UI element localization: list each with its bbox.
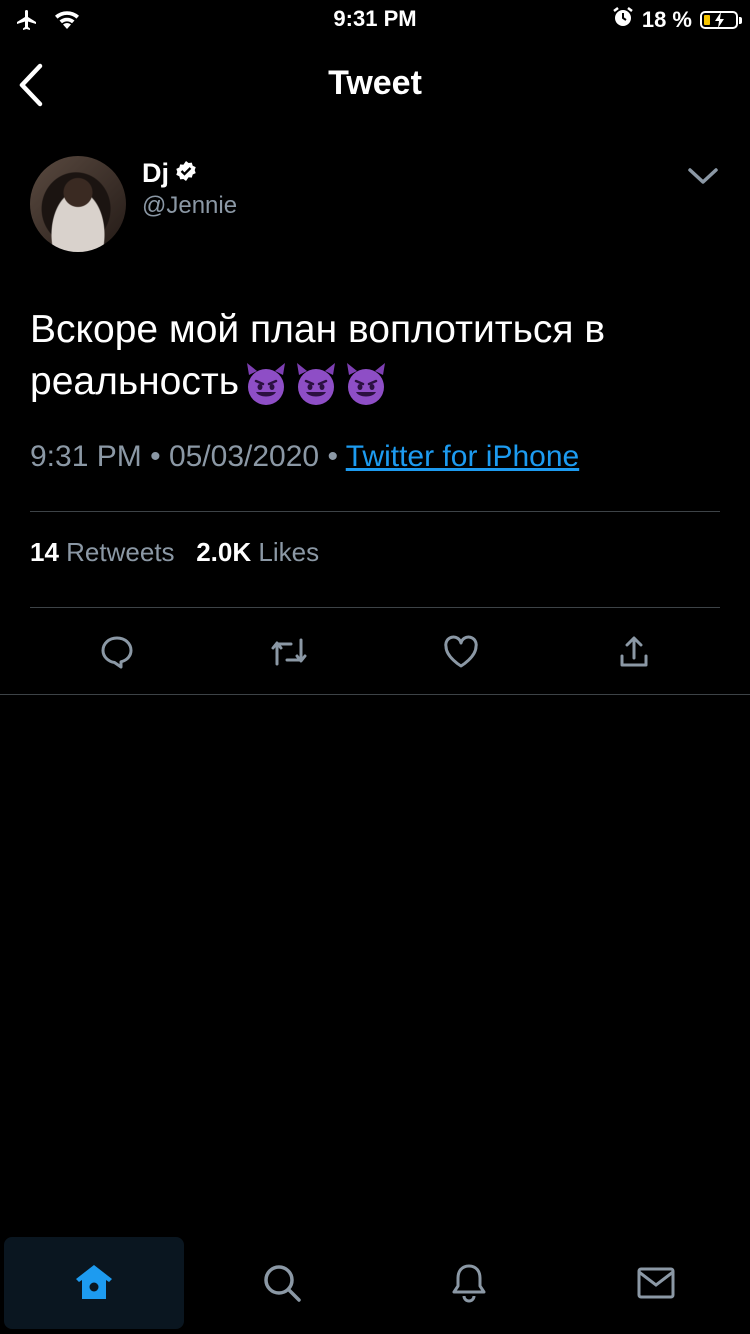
author-name-row[interactable]: Dj	[142, 158, 197, 189]
meta-separator: •	[327, 440, 338, 473]
tab-home[interactable]	[4, 1237, 184, 1329]
retweets-count: 14	[30, 537, 59, 567]
tweet-time: 9:31 PM	[30, 440, 142, 473]
nav-bar: Tweet	[0, 50, 750, 120]
avatar[interactable]	[30, 156, 126, 252]
verified-badge-icon	[175, 160, 197, 187]
tab-search[interactable]	[192, 1237, 372, 1329]
tweet-text: Вскоре мой план воплотиться в реальность	[30, 304, 720, 408]
likes-stat[interactable]: 2.0K Likes	[196, 537, 319, 567]
home-icon	[76, 1265, 112, 1299]
reply-icon	[101, 636, 133, 669]
tab-notifications[interactable]	[379, 1237, 559, 1329]
smiling-imp-emoji	[347, 362, 386, 405]
divider	[30, 607, 720, 608]
retweets-label: Retweets	[66, 537, 175, 567]
meta-separator: •	[150, 440, 161, 473]
battery-icon	[700, 11, 742, 29]
retweet-icon	[271, 638, 307, 666]
divider	[0, 694, 750, 695]
tweet-author: Dj @Jennie	[30, 156, 720, 256]
share-icon	[620, 636, 648, 667]
notifications-icon	[452, 1264, 486, 1303]
reply-button[interactable]	[97, 632, 137, 672]
author-name: Dj	[142, 158, 169, 188]
tweet-text-line-2: реальность	[30, 356, 720, 408]
chevron-down-icon	[688, 168, 718, 184]
tweet-meta: 9:31 PM • 05/03/2020 • Twitter for iPhon…	[30, 440, 579, 474]
likes-count: 2.0K	[196, 537, 252, 567]
tab-bar	[0, 1237, 750, 1334]
status-right: 18 %	[612, 6, 742, 34]
tweet-text-line-1: Вскоре мой план воплотиться в	[30, 308, 606, 351]
divider	[30, 511, 720, 512]
messages-icon	[637, 1267, 675, 1299]
battery-percent: 18 %	[641, 7, 692, 32]
tab-messages[interactable]	[566, 1237, 746, 1329]
smiling-imp-emoji	[247, 362, 286, 405]
status-bar: 9:31 PM 18 %	[0, 0, 750, 40]
alarm-icon	[612, 6, 634, 34]
retweets-stat[interactable]: 14 Retweets	[30, 537, 175, 567]
tweet-actions	[0, 632, 750, 672]
author-handle[interactable]: @Jennie	[142, 192, 237, 220]
share-button[interactable]	[614, 632, 654, 672]
like-icon	[444, 635, 478, 668]
tweet-source-link[interactable]: Twitter for iPhone	[346, 440, 579, 473]
page-title: Tweet	[328, 64, 422, 102]
search-icon	[264, 1265, 301, 1302]
smiling-imp-emoji	[297, 362, 336, 405]
likes-label: Likes	[258, 537, 320, 567]
retweet-button[interactable]	[269, 632, 309, 672]
more-options-button[interactable]	[686, 164, 720, 193]
like-button[interactable]	[441, 632, 481, 672]
tweet-stats: 14 Retweets 2.0K Likes	[30, 537, 319, 568]
tweet-text-word: реальность	[30, 360, 240, 403]
tweet-date: 05/03/2020	[168, 440, 320, 473]
